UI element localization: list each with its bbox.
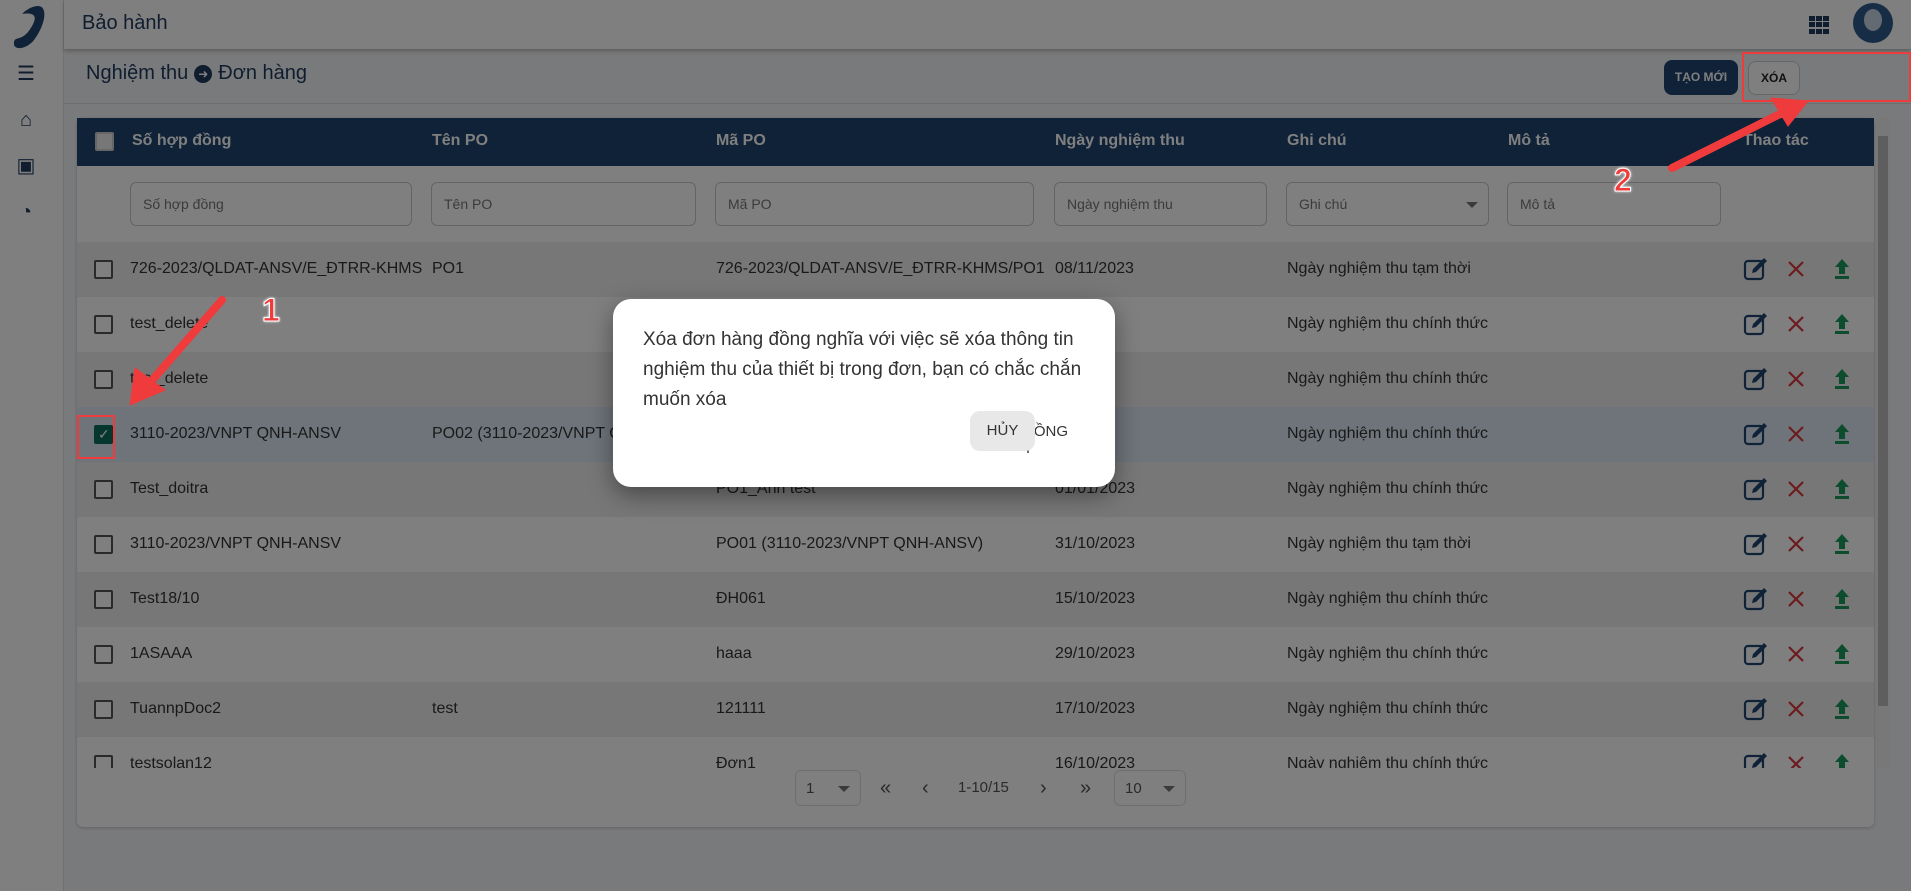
confirm-delete-dialog: Xóa đơn hàng đồng nghĩa với việc sẽ xóa …: [613, 299, 1115, 487]
dialog-message: Xóa đơn hàng đồng nghĩa với việc sẽ xóa …: [643, 329, 1082, 410]
cancel-button[interactable]: HỦY: [970, 411, 1035, 451]
